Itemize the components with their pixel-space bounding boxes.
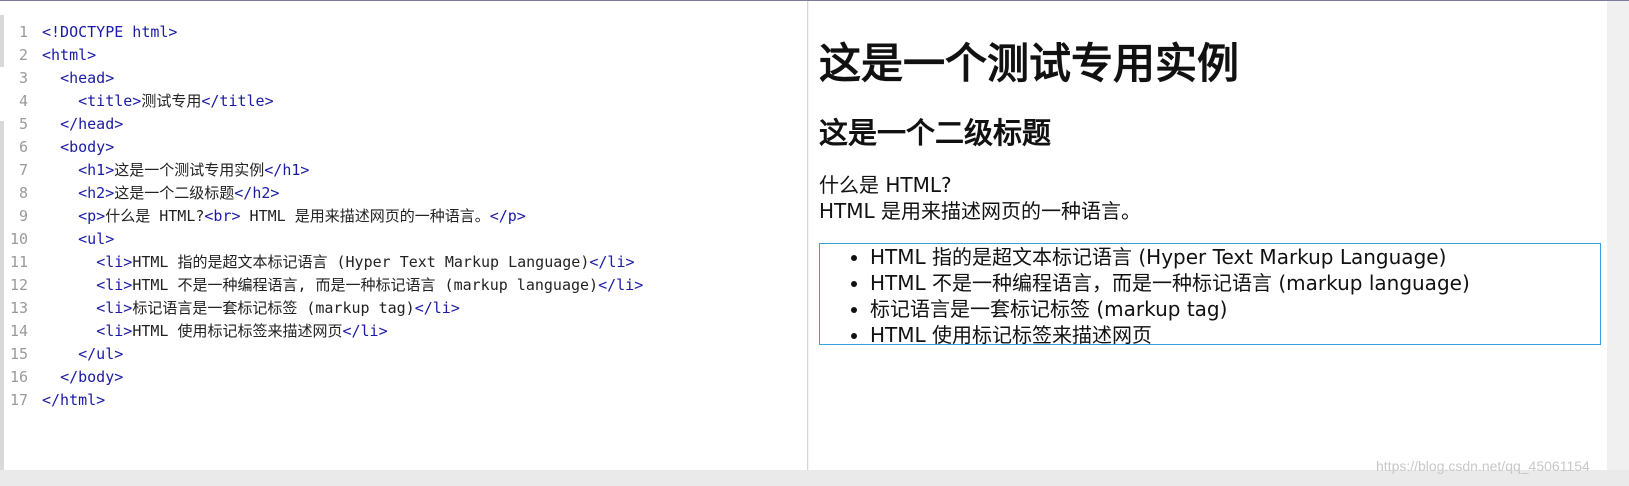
paragraph-line-1: 什么是 HTML? (819, 173, 952, 197)
line-number: 16 (9, 368, 28, 386)
code-tag: </html> (42, 391, 106, 409)
preview-list-box: HTML 指的是超文本标记语言 (Hyper Text Markup Langu… (819, 243, 1601, 348)
code-text: HTML 是用来描述网页的一种语言。 (240, 207, 490, 225)
line-number: 1 (18, 23, 28, 41)
code-text: HTML 使用标记标签来描述网页 (132, 322, 343, 340)
code-text: HTML 指的是超文本标记语言 (Hyper Text Markup Langu… (132, 253, 590, 271)
code-tag: <title> (78, 92, 142, 110)
code-text: 这是一个二级标题 (114, 184, 235, 202)
code-text: 什么是 HTML? (105, 207, 205, 225)
code-line[interactable]: 2 <html> (0, 44, 800, 67)
preview-h1: 这是一个测试专用实例 (819, 39, 1240, 88)
code-line[interactable]: 4 <title>测试专用</title> (0, 90, 800, 113)
code-line[interactable]: 11 <li>HTML 指的是超文本标记语言 (Hyper Text Marku… (0, 251, 800, 274)
code-editor[interactable]: 1 <!DOCTYPE html> 2 <html> 3 <head> 4 <title>… (0, 1, 808, 470)
code-tag: <!DOCTYPE html> (42, 23, 178, 41)
line-number: 14 (9, 322, 28, 340)
line-number: 15 (9, 345, 28, 363)
line-number: 6 (18, 138, 28, 156)
code-line[interactable]: 8 <h2>这是一个二级标题</h2> (0, 182, 800, 205)
line-number: 13 (9, 299, 28, 317)
line-number: 2 (18, 46, 28, 64)
code-tag: </p> (489, 207, 526, 225)
code-tag: <li> (96, 322, 133, 340)
code-tag: </title> (201, 92, 274, 110)
code-tag: <body> (60, 138, 115, 156)
preview-list: HTML 指的是超文本标记语言 (Hyper Text Markup Langu… (820, 244, 1600, 348)
code-tag: <h1> (78, 161, 115, 179)
code-line[interactable]: 1 <!DOCTYPE html> (0, 21, 800, 44)
code-line[interactable]: 12 <li>HTML 不是一种编程语言, 而是一种标记语言 (markup l… (0, 274, 800, 297)
line-number: 17 (9, 391, 28, 409)
code-tag: </li> (598, 276, 644, 294)
code-tag: </h1> (264, 161, 310, 179)
list-item: 标记语言是一套标记标签 (markup tag) (870, 296, 1600, 322)
line-number: 9 (18, 207, 28, 225)
code-tag: <p> (78, 207, 106, 225)
code-tag: <br> (204, 207, 241, 225)
code-line[interactable]: 13 <li>标记语言是一套标记标签 (markup tag)</li> (0, 297, 800, 320)
code-tag: <html> (42, 46, 97, 64)
line-number: 8 (18, 184, 28, 202)
code-tag: <ul> (78, 230, 115, 248)
code-line[interactable]: 5 </head> (0, 113, 800, 136)
code-tag: </ul> (78, 345, 124, 363)
code-line[interactable]: 10 <ul> (0, 228, 800, 251)
code-line[interactable]: 7 <h1>这是一个测试专用实例</h1> (0, 159, 800, 182)
line-number: 12 (9, 276, 28, 294)
code-line[interactable]: 9 <p>什么是 HTML?<br> HTML 是用来描述网页的一种语言。</p… (0, 205, 800, 228)
code-line[interactable]: 16 </body> (0, 366, 800, 389)
code-line[interactable]: 17 </html> (0, 389, 800, 412)
code-tag: <li> (96, 253, 133, 271)
list-item: HTML 指的是超文本标记语言 (Hyper Text Markup Langu… (870, 244, 1600, 270)
paragraph-line-2: HTML 是用来描述网页的一种语言。 (819, 199, 1142, 223)
preview-scrollbar[interactable] (1607, 1, 1629, 470)
code-text: 测试专用 (141, 92, 202, 110)
list-item: HTML 不是一种编程语言，而是一种标记语言 (markup language) (870, 270, 1600, 296)
watermark: https://blog.csdn.net/qq_45061154 (1376, 458, 1590, 474)
code-text: HTML 不是一种编程语言, 而是一种标记语言 (markup language… (132, 276, 599, 294)
code-line[interactable]: 3 <head> (0, 67, 800, 90)
code-tag: </head> (60, 115, 124, 133)
line-number: 4 (18, 92, 28, 110)
code-tag: </li> (589, 253, 635, 271)
code-text: 标记语言是一套标记标签 (markup tag) (132, 299, 415, 317)
code-text: 这是一个测试专用实例 (114, 161, 265, 179)
list-item: HTML 使用标记标签来描述网页 (870, 322, 1600, 348)
code-lines[interactable]: 1 <!DOCTYPE html> 2 <html> 3 <head> 4 <title>… (0, 21, 800, 412)
code-tag: <h2> (78, 184, 115, 202)
code-line[interactable]: 15 </ul> (0, 343, 800, 366)
code-tag: <li> (96, 276, 133, 294)
line-number: 11 (9, 253, 28, 271)
line-number: 10 (9, 230, 28, 248)
line-number: 3 (18, 69, 28, 87)
code-tag: </li> (342, 322, 388, 340)
code-tag: </h2> (234, 184, 280, 202)
preview-paragraph: 什么是 HTML? HTML 是用来描述网页的一种语言。 (819, 172, 1141, 224)
code-tag: </body> (60, 368, 124, 386)
line-number: 7 (18, 161, 28, 179)
line-number: 5 (18, 115, 28, 133)
code-tag: <li> (96, 299, 133, 317)
code-line[interactable]: 6 <body> (0, 136, 800, 159)
code-line[interactable]: 14 <li>HTML 使用标记标签来描述网页</li> (0, 320, 800, 343)
code-tag: </li> (414, 299, 460, 317)
code-tag: <head> (60, 69, 115, 87)
preview-h2: 这是一个二级标题 (819, 116, 1052, 150)
